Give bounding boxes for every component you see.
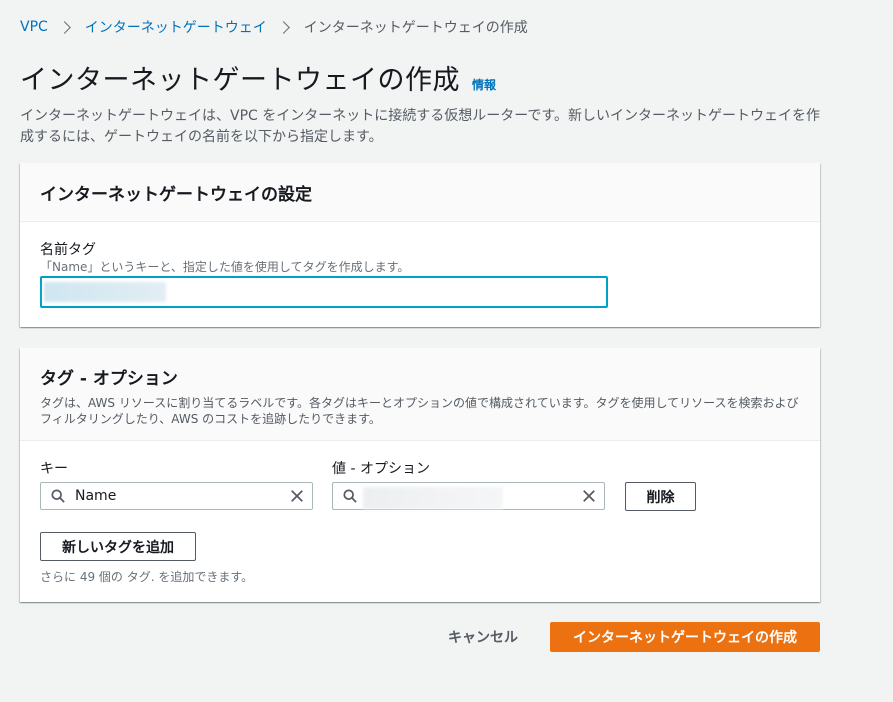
breadcrumb-current: インターネットゲートウェイの作成 bbox=[303, 20, 528, 36]
search-icon bbox=[343, 489, 357, 503]
remaining-tags-text: さらに 49 個の タグ. を追加できます。 bbox=[40, 570, 254, 584]
tag-key-value: Name bbox=[75, 488, 117, 504]
close-icon[interactable] bbox=[290, 489, 304, 503]
chevron-right-icon bbox=[57, 20, 71, 34]
settings-panel-header: インターネットゲートウェイの設定 bbox=[20, 163, 820, 222]
info-link[interactable]: 情報 bbox=[472, 76, 496, 93]
key-label: キー bbox=[40, 461, 68, 477]
settings-panel: インターネットゲートウェイの設定 名前タグ 「Name」というキーと、指定した値… bbox=[20, 163, 820, 327]
name-tag-label: 名前タグ bbox=[40, 242, 96, 258]
remove-tag-button[interactable]: 削除 bbox=[625, 482, 696, 511]
close-icon[interactable] bbox=[582, 489, 596, 503]
page-title: インターネットゲートウェイの作成 bbox=[20, 65, 460, 96]
page-header: インターネットゲートウェイの作成 情報 bbox=[20, 58, 496, 97]
tags-panel-description: タグは、AWS リソースに割り当てるラベルです。各タグはキーとオプションの値で構… bbox=[40, 396, 799, 426]
breadcrumb-vpc-link[interactable]: VPC bbox=[20, 19, 48, 35]
breadcrumb-igw-link[interactable]: インターネットゲートウェイ bbox=[85, 17, 267, 37]
add-tag-button[interactable]: 新しいタグを追加 bbox=[40, 532, 196, 561]
tags-panel-title: タグ - オプション bbox=[40, 369, 178, 389]
breadcrumb: VPC インターネットゲートウェイ インターネットゲートウェイの作成 bbox=[20, 17, 528, 37]
search-icon bbox=[51, 489, 65, 503]
redacted-value bbox=[44, 282, 166, 302]
settings-panel-title: インターネットゲートウェイの設定 bbox=[40, 184, 312, 205]
chevron-right-icon bbox=[276, 20, 290, 34]
create-internet-gateway-button[interactable]: インターネットゲートウェイの作成 bbox=[550, 622, 820, 652]
redacted-value bbox=[363, 487, 503, 509]
value-label: 値 - オプション bbox=[332, 461, 430, 477]
page-description: インターネットゲートウェイは、VPC をインターネットに接続する仮想ルーターです… bbox=[20, 108, 821, 145]
cancel-button[interactable]: キャンセル bbox=[437, 622, 529, 652]
tags-panel: タグ - オプション タグは、AWS リソースに割り当てるラベルです。各タグはキ… bbox=[20, 348, 820, 602]
tag-key-input[interactable]: Name bbox=[40, 482, 313, 510]
name-tag-description: 「Name」というキーと、指定した値を使用してタグを作成します。 bbox=[40, 260, 410, 274]
tags-panel-header: タグ - オプション タグは、AWS リソースに割り当てるラベルです。各タグはキ… bbox=[20, 348, 820, 441]
name-tag-input[interactable] bbox=[40, 276, 608, 308]
tag-value-input[interactable] bbox=[332, 482, 605, 510]
